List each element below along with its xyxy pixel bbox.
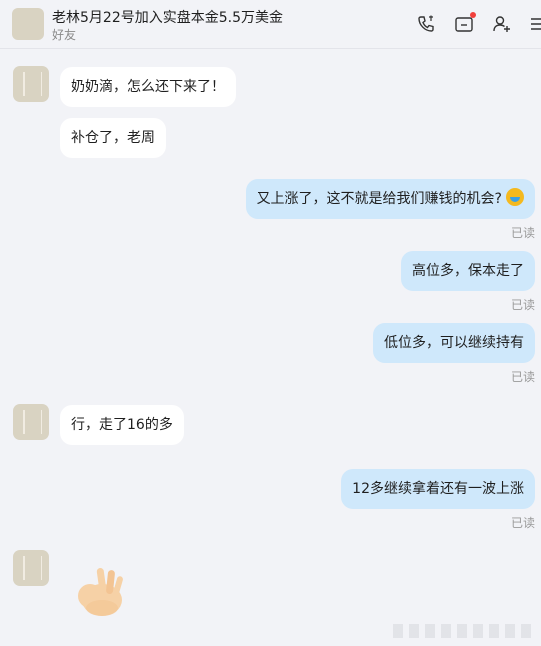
read-status: 已读 bbox=[510, 370, 535, 384]
phone-video-icon[interactable] bbox=[416, 14, 436, 34]
folder-icon[interactable] bbox=[454, 12, 476, 34]
message-bubble-outgoing[interactable]: 又上涨了，这不就是给我们赚钱的机会? bbox=[245, 179, 535, 219]
message-bubble-outgoing[interactable]: 12多继续拿着还有一波上涨 bbox=[341, 469, 535, 509]
watermark bbox=[393, 624, 533, 638]
message-bubble-incoming[interactable]: 补仓了，老周 bbox=[60, 118, 166, 158]
ok-hand-emoji-icon[interactable] bbox=[72, 560, 128, 620]
message-bubble-outgoing[interactable]: 高位多，保本走了 bbox=[401, 251, 535, 291]
read-status: 已读 bbox=[510, 516, 535, 530]
read-status: 已读 bbox=[510, 298, 535, 312]
message-bubble-incoming[interactable]: 行，走了16的多 bbox=[60, 405, 184, 445]
contact-avatar[interactable] bbox=[13, 66, 49, 102]
message-bubble-outgoing[interactable]: 低位多，可以继续持有 bbox=[373, 323, 535, 363]
message-text: 又上涨了，这不就是给我们赚钱的机会? bbox=[256, 191, 502, 207]
chat-header: 老林5月22号加入实盘本金5.5万美金 好友 bbox=[0, 0, 541, 49]
more-icon[interactable] bbox=[528, 14, 541, 34]
contact-avatar[interactable] bbox=[13, 550, 49, 586]
notification-dot bbox=[470, 12, 476, 18]
contact-avatar[interactable] bbox=[13, 404, 49, 440]
chat-subtitle: 好友 bbox=[52, 28, 77, 42]
read-status: 已读 bbox=[510, 226, 535, 240]
message-bubble-incoming[interactable]: 奶奶滴，怎么还下来了！ bbox=[60, 67, 236, 107]
laughing-crying-emoji-icon bbox=[506, 188, 524, 206]
contact-avatar[interactable] bbox=[12, 8, 44, 40]
chat-title: 老林5月22号加入实盘本金5.5万美金 bbox=[52, 10, 283, 26]
add-friend-icon[interactable] bbox=[492, 14, 512, 34]
